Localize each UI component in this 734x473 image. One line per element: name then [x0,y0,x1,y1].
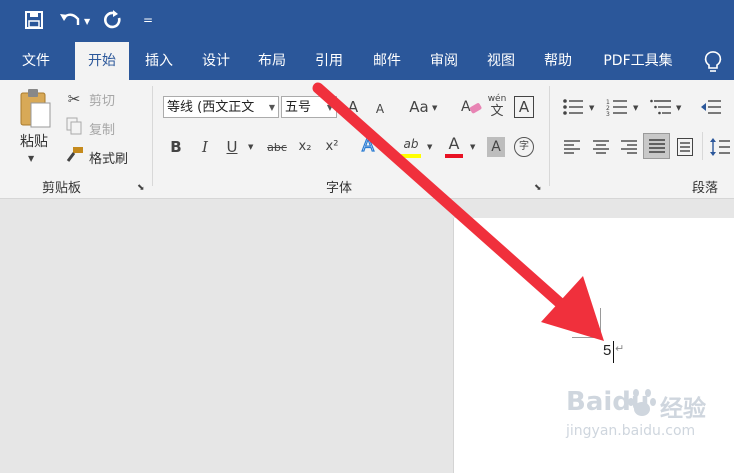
tab-help[interactable]: 帮助 [531,42,585,80]
shrink-font-icon[interactable]: A [373,98,387,120]
highlighter-icon: ab [403,137,419,151]
watermark: Baidu 经验 jingyan.baidu.com [536,385,732,471]
clipboard-launcher-icon[interactable]: ⬊ [137,177,145,199]
format-painter-icon[interactable] [66,146,84,162]
font-size-combo[interactable]: 五号 ▼ [281,96,337,118]
tab-design[interactable]: 设计 [190,42,242,80]
svg-text:3: 3 [606,111,610,116]
group-separator [702,132,703,160]
svg-text:A: A [461,99,471,115]
watermark-brand-cn: 经验 [660,396,706,422]
underline-dropdown-icon[interactable]: ▼ [248,136,253,158]
highlight-dropdown-icon[interactable]: ▼ [427,136,432,158]
ribbon-tabs: 文件 开始 插入 设计 布局 引用 邮件 审阅 视图 帮助 PDF工具集 [0,42,734,80]
grow-font-icon[interactable]: A [345,96,361,118]
lightbulb-icon[interactable] [703,51,723,73]
quick-access-toolbar: ▼ = [0,0,734,42]
font-name-combo[interactable]: 等线 (西文正文 ▼ [163,96,279,118]
cut-button[interactable]: 剪切 [89,90,115,109]
phonetic-guide-button[interactable]: wén 文 [486,94,508,120]
underline-icon[interactable]: U [223,136,241,158]
align-center-icon[interactable] [593,140,609,154]
chevron-down-icon: ▼ [268,103,275,112]
paragraph-group-label: 段落 [692,181,719,196]
font-name-value: 等线 (西文正文 [167,100,255,115]
customize-qat-icon[interactable]: = [143,8,153,32]
ribbon-home: 粘贴 ▼ ✂ 剪切 复制 格式刷 剪贴板 ⬊ 等线 (西文正文 ▼ 五号 ▼ A… [0,80,734,199]
text-effects-icon[interactable]: A [358,134,378,157]
highlight-color-swatch [401,154,421,158]
multilevel-list-dropdown-icon[interactable]: ▼ [676,97,681,119]
document-text[interactable]: 5 [603,342,611,360]
bullets-icon[interactable] [562,98,584,116]
font-launcher-icon[interactable]: ⬊ [534,177,542,199]
tab-insert[interactable]: 插入 [134,42,184,80]
clear-formatting-icon[interactable]: A [460,97,482,117]
redo-icon[interactable] [104,10,122,30]
tab-home[interactable]: 开始 [75,42,129,80]
save-icon[interactable] [25,11,43,29]
cut-icon[interactable]: ✂ [64,88,84,110]
numbering-icon[interactable]: 1 2 3 [606,98,628,116]
paragraph-mark-icon: ↵ [615,342,625,355]
enclose-characters-icon[interactable]: 字 [514,137,534,157]
decrease-indent-icon[interactable] [700,98,722,116]
group-separator [152,86,153,186]
text-cursor [613,341,614,363]
tab-references[interactable]: 引用 [302,42,356,80]
tab-mailings[interactable]: 邮件 [360,42,414,80]
pinyin-bottom: 文 [490,104,504,119]
tab-layout[interactable]: 布局 [246,42,298,80]
margin-corner-mark [572,308,601,338]
paw-icon [628,389,656,416]
font-group-label: 字体 [326,181,353,196]
paste-dropdown-icon[interactable]: ▼ [28,148,34,170]
change-case-icon[interactable]: Aa [406,96,432,118]
font-size-value: 五号 [285,100,312,115]
format-painter-button[interactable]: 格式刷 [89,148,128,167]
strikethrough-icon[interactable]: abc [264,137,290,159]
font-color-dropdown-icon[interactable]: ▼ [470,136,475,158]
subscript-icon[interactable]: x₂ [296,136,314,158]
change-case-dropdown-icon[interactable]: ▼ [432,97,437,119]
clipboard-group-label: 剪贴板 [42,181,82,196]
multilevel-list-icon[interactable] [650,98,672,116]
highlight-button[interactable]: ab [400,133,422,159]
group-separator [549,86,550,186]
character-shading-icon[interactable]: A [487,137,505,157]
line-spacing-icon[interactable] [710,138,730,156]
bold-icon[interactable]: B [167,136,185,158]
tab-pdf-tools[interactable]: PDF工具集 [593,42,683,80]
font-color-icon: A [448,134,460,153]
undo-icon[interactable] [60,11,82,29]
character-border-icon[interactable]: A [514,96,534,118]
justify-icon [649,139,665,153]
font-color-button[interactable]: A [444,133,464,159]
chevron-down-icon: ▼ [326,103,333,112]
copy-button[interactable]: 复制 [89,119,115,138]
superscript-icon[interactable]: x² [323,136,341,158]
align-right-icon[interactable] [621,140,637,154]
tab-review[interactable]: 审阅 [418,42,470,80]
align-left-icon[interactable] [564,140,580,154]
tab-view[interactable]: 视图 [474,42,528,80]
bullets-dropdown-icon[interactable]: ▼ [589,97,594,119]
font-color-swatch [445,154,463,158]
numbering-dropdown-icon[interactable]: ▼ [633,97,638,119]
copy-icon[interactable] [66,117,82,135]
justify-button[interactable] [643,133,670,159]
watermark-url: jingyan.baidu.com [566,423,696,439]
tab-file[interactable]: 文件 [8,42,64,80]
distributed-icon[interactable] [677,138,693,156]
undo-dropdown-icon[interactable]: ▼ [84,10,90,34]
paste-icon[interactable] [18,87,52,129]
italic-icon[interactable]: I [196,136,214,158]
